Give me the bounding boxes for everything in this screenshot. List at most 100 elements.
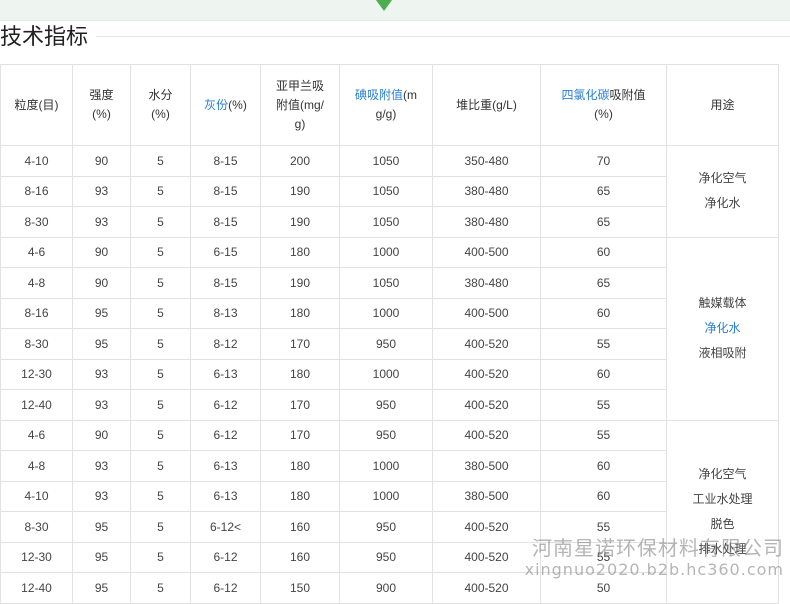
cell-iodine: 950 [339,541,433,573]
cell-ccl4: 60 [540,297,667,329]
cell-methylene-blue: 160 [260,541,340,573]
cell-density: 350-480 [432,145,541,177]
cell-strength: 93 [72,450,131,482]
usage-text: 液相吸附 [698,346,747,360]
cell-ccl4: 55 [540,328,667,360]
header-ash: 灰份(%) [190,64,261,146]
cell-iodine: 1000 [339,297,433,329]
cell-size: 4-10 [0,480,73,512]
cell-strength: 93 [72,480,131,512]
table-row: 12-30 93 5 6-13 180 1000 400-520 60 [0,358,779,390]
table-row: 4-8 90 5 8-15 190 1050 380-480 65 [0,267,779,299]
cell-density: 400-500 [432,297,541,329]
cell-moisture: 5 [130,267,191,299]
cell-ash: 6-12 [190,419,261,451]
usage-text: 净化空气 [698,466,747,481]
cell-moisture: 5 [130,572,191,604]
cell-methylene-blue: 200 [260,145,340,177]
cell-moisture: 5 [130,145,191,177]
table-row: 12-40 93 5 6-12 170 950 400-520 55 [0,389,779,421]
cell-moisture: 5 [130,450,191,482]
cell-ccl4: 65 [540,175,667,207]
header-methylene-blue: 亚甲兰吸 附值(mg/ g) [260,64,340,146]
header-ccl4: 四氯化碳吸附值 (%) [540,64,667,146]
cell-ash: 6-12 [190,389,261,421]
cell-size: 8-30 [0,206,73,238]
cell-strength: 90 [72,145,131,177]
cell-density: 380-480 [432,175,541,207]
cell-strength: 93 [72,175,131,207]
usage-text: 脱色 [710,516,735,531]
cell-strength: 95 [72,297,131,329]
cell-density: 400-520 [432,328,541,360]
cell-moisture: 5 [130,511,191,543]
cell-methylene-blue: 180 [260,358,340,390]
cell-ash: 6-12< [190,511,261,543]
cell-ccl4: 60 [540,358,667,390]
cell-methylene-blue: 170 [260,389,340,421]
table-row: 4-10 90 5 8-15 200 1050 350-480 70 净化空气 净化水 [0,145,779,238]
cell-density: 380-500 [432,450,541,482]
table-row: 4-10 93 5 6-13 180 1000 380-500 60 [0,480,779,512]
cell-size: 4-10 [0,145,73,177]
cell-moisture: 5 [130,236,191,268]
usage-text: 触媒载体 [698,296,747,310]
cell-iodine: 1000 [339,236,433,268]
cell-strength: 90 [72,267,131,299]
cell-strength: 93 [72,206,131,238]
header-usage: 用途 [666,64,779,146]
cell-methylene-blue: 150 [260,572,340,604]
cell-density: 400-520 [432,389,541,421]
cell-density: 400-500 [432,236,541,268]
header-moisture: 水分 (%) [130,64,191,146]
iodine-link[interactable]: 碘吸附值 [355,88,403,102]
cell-methylene-blue: 190 [260,175,340,207]
cell-ash: 6-13 [190,480,261,512]
cell-moisture: 5 [130,419,191,451]
cell-moisture: 5 [130,541,191,573]
cell-density: 380-480 [432,267,541,299]
cell-size: 8-30 [0,511,73,543]
spec-table: 粒度(目) 强度 (%) 水分 (%) 灰份(%) 亚甲兰吸 附值(mg/ g)… [0,64,779,604]
cell-strength: 90 [72,236,131,268]
cell-size: 12-40 [0,389,73,421]
cell-ccl4: 65 [540,206,667,238]
cell-ccl4: 65 [540,267,667,299]
usage-text: 净化空气 [698,171,747,186]
cell-strength: 93 [72,358,131,390]
cell-moisture: 5 [130,389,191,421]
cell-ash: 8-15 [190,145,261,177]
cell-iodine: 1050 [339,206,433,238]
cell-moisture: 5 [130,328,191,360]
cell-moisture: 5 [130,175,191,207]
title-divider [96,36,790,37]
usage-link[interactable]: 净化水 [667,316,778,341]
cell-iodine: 950 [339,511,433,543]
usage-cell: 净化空气 净化水 [666,145,779,238]
cell-ash: 8-13 [190,297,261,329]
cell-iodine: 950 [339,328,433,360]
watermark-company: 河南星诺环保材料有限公司 [532,536,784,560]
cell-strength: 95 [72,572,131,604]
cell-ccl4: 60 [540,450,667,482]
cell-ccl4: 70 [540,145,667,177]
table-body: 4-10 90 5 8-15 200 1050 350-480 70 净化空气 净化水 8-16 93… [0,145,779,604]
section-title: 技术指标 [0,25,89,50]
cell-size: 4-6 [0,419,73,451]
cell-moisture: 5 [130,297,191,329]
cell-ccl4: 60 [540,480,667,512]
cell-methylene-blue: 190 [260,267,340,299]
ash-link[interactable]: 灰份 [204,98,228,112]
cell-strength: 93 [72,389,131,421]
cell-strength: 95 [72,328,131,360]
table-row: 4-6 90 5 6-12 170 950 400-520 55 净化空气 工业水处理 脱色 排水处理 [0,419,779,604]
cell-ash: 8-15 [190,175,261,207]
header-size: 粒度(目) [0,64,73,146]
cell-ash: 8-12 [190,328,261,360]
usage-cell: 触媒载体净化水液相吸附 [666,236,779,421]
ccl4-link[interactable]: 四氯化碳 [561,88,609,102]
cell-strength: 95 [72,541,131,573]
cell-moisture: 5 [130,480,191,512]
cell-size: 12-40 [0,572,73,604]
cell-iodine: 1050 [339,267,433,299]
